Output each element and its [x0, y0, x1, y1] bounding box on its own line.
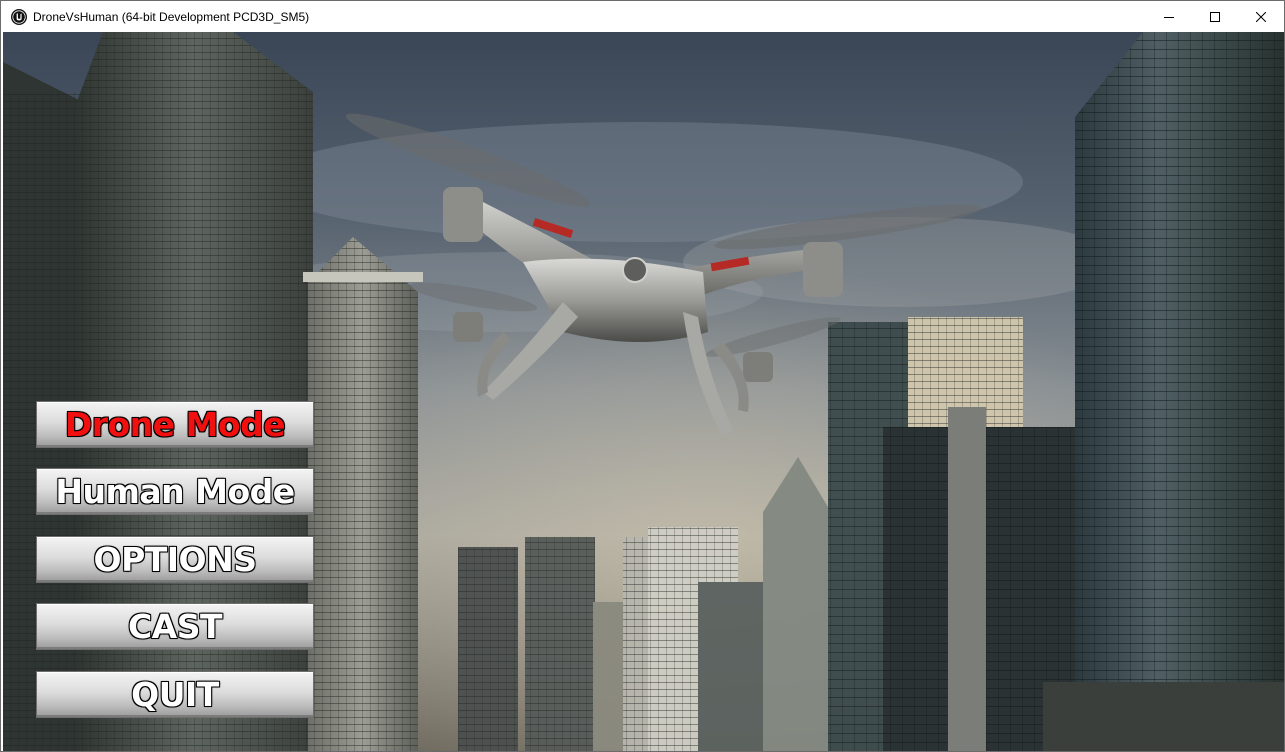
options-button[interactable]: OPTIONS — [36, 536, 314, 583]
options-label: OPTIONS — [93, 539, 258, 579]
minimize-icon — [1164, 16, 1174, 18]
app-window: DroneVsHuman (64-bit Development PCD3D_S… — [0, 0, 1285, 752]
maximize-button[interactable] — [1192, 1, 1238, 32]
title-bar[interactable]: DroneVsHuman (64-bit Development PCD3D_S… — [1, 1, 1284, 32]
window-title: DroneVsHuman (64-bit Development PCD3D_S… — [33, 9, 310, 24]
close-button[interactable] — [1238, 1, 1284, 32]
maximize-icon — [1210, 11, 1220, 22]
quit-button[interactable]: QUIT — [36, 671, 314, 718]
window-controls — [1146, 1, 1284, 32]
human-mode-button[interactable]: Human Mode — [36, 468, 314, 515]
close-icon — [1256, 11, 1266, 22]
cast-button[interactable]: CAST — [36, 603, 314, 650]
drone-mode-label: Drone Mode — [64, 404, 286, 444]
unreal-engine-icon — [11, 8, 27, 25]
human-mode-label: Human Mode — [55, 471, 296, 511]
cast-label: CAST — [127, 606, 223, 646]
drone-mode-button[interactable]: Drone Mode — [36, 401, 314, 448]
minimize-button[interactable] — [1146, 1, 1192, 32]
game-viewport[interactable]: Drone Mode Human Mode OPTIONS CAST QUIT — [3, 32, 1284, 751]
quit-label: QUIT — [131, 674, 220, 714]
